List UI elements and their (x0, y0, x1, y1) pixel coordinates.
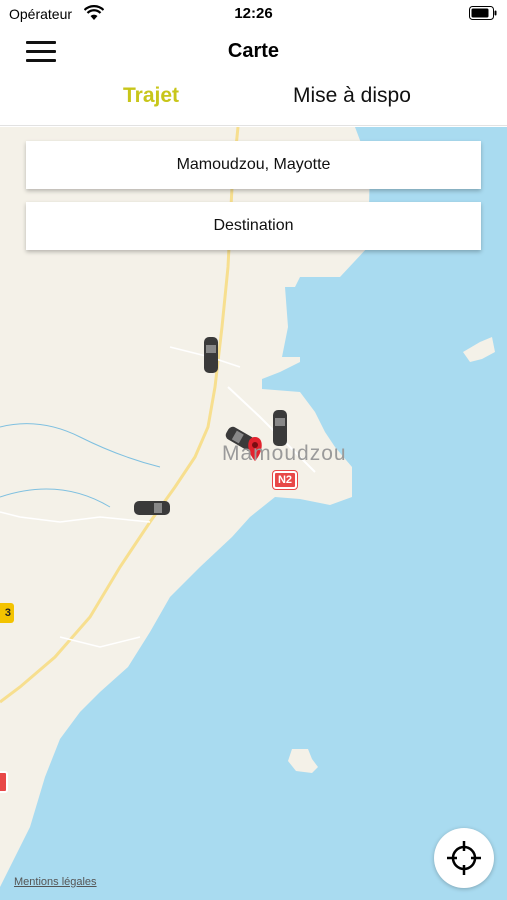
clock: 12:26 (234, 5, 273, 22)
map-city-label: Mamoudzou (222, 442, 347, 465)
crosshair-icon (447, 841, 481, 875)
car-icon (273, 410, 287, 446)
road-badge-n2: N2 (273, 471, 297, 489)
status-bar: Opérateur 12:26 (0, 0, 507, 30)
tab-mise-a-dispo[interactable]: Mise à dispo (293, 84, 411, 108)
road-badge-left: 3 (0, 603, 14, 623)
locate-me-button[interactable] (434, 828, 494, 888)
car-icon (134, 501, 170, 515)
navigation-bar: Carte (0, 30, 507, 74)
legal-notice-link[interactable]: Mentions légales (14, 876, 97, 888)
battery-icon (469, 6, 497, 20)
page-title: Carte (227, 40, 280, 62)
tab-trajet[interactable]: Trajet (123, 84, 179, 108)
origin-field[interactable]: Mamoudzou, Mayotte (26, 141, 481, 189)
car-icon (204, 337, 218, 373)
road-badge-left-red (0, 771, 8, 793)
tab-bar: Trajet Mise à dispo (0, 74, 507, 126)
destination-field[interactable]: Destination (26, 202, 481, 250)
